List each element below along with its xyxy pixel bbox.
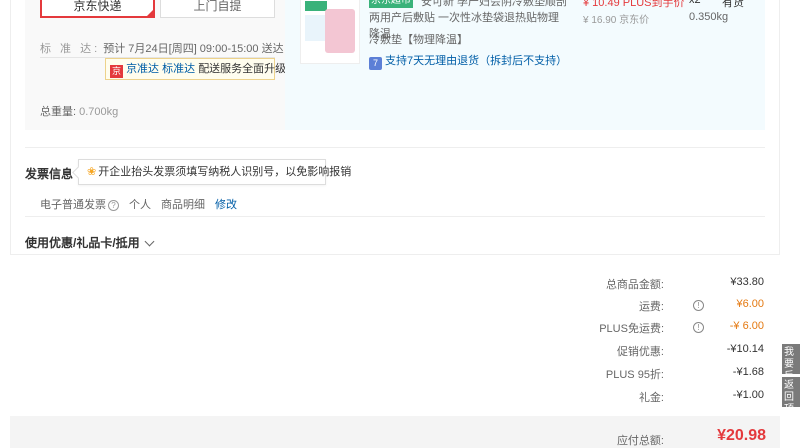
coupon-toggle[interactable]: 使用优惠/礼品卡/抵用 xyxy=(25,234,155,251)
summary-label: 运费: xyxy=(638,301,664,313)
product-quantity: x2 xyxy=(689,0,701,6)
summary-row: PLUS免运费:! -¥ 6.00 xyxy=(464,320,764,336)
summary-value: -¥ 6.00 xyxy=(729,320,764,332)
return-policy-text: 支持7天无理由退货（拆封后不支持） xyxy=(385,55,568,67)
tip-text: 配送服务全面升级 xyxy=(198,63,287,75)
tip-brand-bzd: 标准达 xyxy=(162,63,196,75)
seven-day-return-icon: 7 xyxy=(369,57,382,70)
info-icon[interactable]: ! xyxy=(693,300,704,311)
product-image-label xyxy=(305,15,325,41)
product-weight: 0.350kg xyxy=(689,11,729,23)
summary-label: 总商品金额: xyxy=(605,279,664,291)
summary-value: -¥1.68 xyxy=(732,366,764,378)
tip-brand-jzd: 京准达 xyxy=(126,63,160,75)
standard-delivery-line: 标 准 达: 预计 7月24日[周四] 09:00-15:00 送达 修改 xyxy=(40,40,315,56)
invoice-content: 商品明细 xyxy=(161,199,205,211)
product-section: 安可新 孕产妇会阴冷敷垫顺剖两用产后敷贴 一次性冰垫袋退热贴物理降温 京东超市 … xyxy=(285,0,765,130)
invoice-tip: ❀ 开企业抬头发票须填写纳税人识别号，以免影响报销 xyxy=(78,159,351,185)
pickup-label: 上门自提 xyxy=(193,0,242,13)
summary-row: PLUS 95折: -¥1.68 xyxy=(464,366,764,382)
std-label: 标 准 达: xyxy=(40,43,101,55)
jd-express-label: 京东快递 xyxy=(73,0,122,13)
summary-value: -¥10.14 xyxy=(726,343,764,355)
section-divider xyxy=(25,216,765,217)
summary-label: 促销优惠: xyxy=(616,346,664,358)
summary-value: ¥33.80 xyxy=(730,276,764,288)
summary-value: -¥1.00 xyxy=(732,389,764,401)
product-image-logo xyxy=(305,1,327,11)
info-icon[interactable]: ! xyxy=(693,322,704,333)
invoice-details: 电子普通发票? 个人 商品明细 修改 xyxy=(40,196,247,212)
invoice-type: 电子普通发票 xyxy=(40,199,106,211)
feedback-button[interactable]: 我要反馈 xyxy=(782,344,800,374)
invoice-tip-text: 开企业抬头发票须填写纳税人识别号，以免影响报销 xyxy=(98,166,352,178)
back-to-top-button[interactable]: 返回顶部 xyxy=(782,377,800,407)
summary-row: 礼金: -¥1.00 xyxy=(464,389,764,405)
feedback-label: 我要反馈 xyxy=(784,347,794,374)
jd-supermarket-tag: 京东超市 xyxy=(369,0,413,8)
summary-row: 总商品金额: ¥33.80 xyxy=(464,276,764,292)
product-image-pack xyxy=(325,9,355,53)
summary-value: ¥6.00 xyxy=(736,298,764,310)
summary-row: 促销优惠: -¥10.14 xyxy=(464,343,764,359)
pickup-option[interactable]: 上门自提 xyxy=(160,0,275,18)
summary-label: 礼金: xyxy=(638,392,664,404)
invoice-title: 发票信息 xyxy=(25,167,74,181)
stock-status: 有货 xyxy=(722,0,744,9)
summary-label: PLUS 95折: xyxy=(605,369,664,381)
jd-express-option[interactable]: 京东快递 xyxy=(40,0,155,18)
selected-corner-icon xyxy=(145,8,155,18)
delivery-upgrade-tip: 京 京准达 标准达 配送服务全面升级 xyxy=(105,58,286,80)
section-divider xyxy=(25,147,765,148)
summary-row: 运费:! ¥6.00 xyxy=(464,298,764,314)
weight-label: 总重量: xyxy=(40,106,77,118)
plus-price: ¥ 10.49 PLUS到手价 xyxy=(583,0,685,9)
std-time: 预计 7月24日[周四] 09:00-15:00 送达 xyxy=(103,43,284,55)
weight-value: 0.700kg xyxy=(79,106,119,118)
jd-price: ¥ 16.90 京东价 xyxy=(583,15,650,26)
total-label: 应付总额: xyxy=(616,435,664,447)
total-bar: 应付总额: ¥20.98 xyxy=(10,416,780,448)
invoice-title-type: 个人 xyxy=(129,199,151,211)
back-to-top-label: 返回顶部 xyxy=(784,380,794,407)
total-value: ¥20.98 xyxy=(717,427,766,444)
help-icon[interactable]: ? xyxy=(108,200,119,211)
product-image[interactable] xyxy=(300,0,360,64)
product-spec: 冷敷垫【物理降温】 xyxy=(369,34,468,46)
jd-badge-icon: 京 xyxy=(110,65,123,78)
coupon-label: 使用优惠/礼品卡/抵用 xyxy=(25,236,140,250)
return-policy: 7 支持7天无理由退货（拆封后不支持） xyxy=(369,52,567,70)
summary-label: PLUS免运费: xyxy=(599,323,664,335)
chevron-down-icon xyxy=(144,236,155,247)
total-weight: 总重量: 0.700kg xyxy=(40,103,118,119)
lightbulb-icon: ❀ xyxy=(87,166,97,178)
invoice-modify-link[interactable]: 修改 xyxy=(215,199,237,211)
